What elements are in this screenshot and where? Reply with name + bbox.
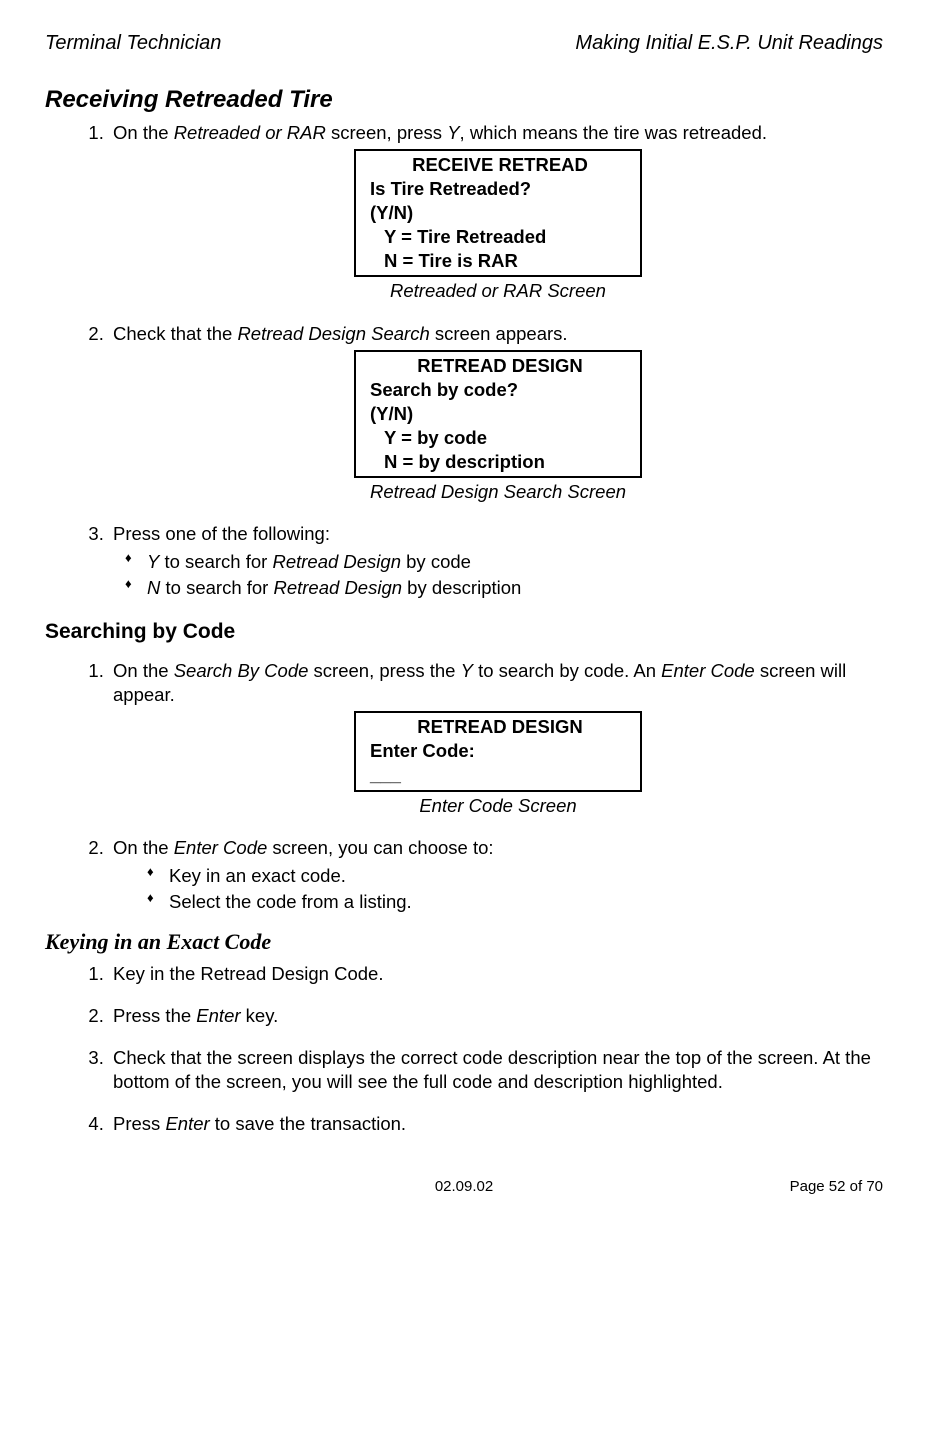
searching-list: On the Search By Code screen, press the … [45, 659, 883, 913]
section-title: Receiving Retreaded Tire [45, 84, 883, 115]
list-item: Y to search for Retread Design by code [147, 550, 883, 574]
searching-step-1: On the Search By Code screen, press the … [109, 659, 883, 817]
keying-step-4: Press Enter to save the transaction. [109, 1112, 883, 1136]
screen-title: RETREAD DESIGN [370, 354, 630, 378]
key-ref: N [147, 577, 160, 598]
screen-ref: Enter Code [661, 660, 755, 681]
text: Check that the [113, 323, 237, 344]
screen-line: Is Tire Retreaded? [370, 177, 630, 201]
key-ref: Y [461, 660, 473, 681]
text: Press the [113, 1005, 196, 1026]
text: screen, press [326, 122, 447, 143]
text: , which means the tire was retreaded. [460, 122, 767, 143]
searching-by-code-title: Searching by Code [45, 618, 883, 645]
text: by description [402, 577, 521, 598]
screen-title: RECEIVE RETREAD [370, 153, 630, 177]
key-ref: Y [447, 122, 459, 143]
header-right: Making Initial E.S.P. Unit Readings [575, 30, 883, 56]
text: screen, you can choose to: [267, 837, 493, 858]
screen-line: (Y/N) [370, 201, 630, 225]
text: On the [113, 122, 174, 143]
enter-code-screen: RETREAD DESIGN Enter Code: ___ [354, 711, 642, 791]
screen-caption: Enter Code Screen [113, 794, 883, 818]
text: On the [113, 660, 174, 681]
keying-step-3: Check that the screen displays the corre… [109, 1046, 883, 1094]
screen-ref: Enter Code [174, 837, 268, 858]
screen-caption: Retreaded or RAR Screen [113, 279, 883, 303]
text: to save the transaction. [210, 1113, 406, 1134]
screen-line: (Y/N) [370, 402, 630, 426]
key-ref: Enter [196, 1005, 240, 1026]
screen-caption: Retread Design Search Screen [113, 480, 883, 504]
text: screen, press the [308, 660, 460, 681]
footer-page: Page 52 of 70 [493, 1177, 883, 1197]
receiving-step-3: Press one of the following: Y to search … [109, 522, 883, 600]
list-item: N to search for Retread Design by descri… [147, 576, 883, 600]
text: to search by code. An [473, 660, 661, 681]
receive-retread-screen: RECEIVE RETREAD Is Tire Retreaded? (Y/N)… [354, 149, 642, 277]
header-left: Terminal Technician [45, 30, 221, 56]
screen-option: Y = Tire Retreaded [370, 225, 630, 249]
screen-ref: Retreaded or RAR [174, 122, 326, 143]
keying-step-1: Key in the Retread Design Code. [109, 962, 883, 986]
receiving-step-2: Check that the Retread Design Search scr… [109, 322, 883, 504]
screen-option: N = Tire is RAR [370, 249, 630, 273]
text: to search for [159, 551, 272, 572]
text: Press [113, 1113, 165, 1134]
retread-design-screen: RETREAD DESIGN Search by code? (Y/N) Y =… [354, 350, 642, 478]
screen-line: Search by code? [370, 378, 630, 402]
key-ref: Enter [165, 1113, 209, 1134]
list-item: Select the code from a listing. [169, 890, 883, 914]
screen-option: Y = by code [370, 426, 630, 450]
screen-line: Enter Code: [370, 739, 630, 763]
screen-ref: Retread Design [272, 551, 401, 572]
screen-ref: Retread Design [273, 577, 402, 598]
text: to search for [160, 577, 273, 598]
receiving-step-1: On the Retreaded or RAR screen, press Y,… [109, 121, 883, 303]
text: On the [113, 837, 174, 858]
page-footer: 02.09.02 Page 52 of 70 [45, 1177, 883, 1197]
screen-ref: Retread Design Search [237, 323, 429, 344]
key-ref: Y [147, 551, 159, 572]
keying-step-2: Press the Enter key. [109, 1004, 883, 1028]
list-item: Key in an exact code. [169, 864, 883, 888]
screen-blank: ___ [370, 763, 630, 787]
screen-ref: Search By Code [174, 660, 309, 681]
screen-title: RETREAD DESIGN [370, 715, 630, 739]
footer-spacer [45, 1177, 435, 1197]
searching-step-2: On the Enter Code screen, you can choose… [109, 836, 883, 914]
text: key. [241, 1005, 279, 1026]
screen-option: N = by description [370, 450, 630, 474]
keying-list: Key in the Retread Design Code. Press th… [45, 962, 883, 1136]
bullet-list: Key in an exact code. Select the code fr… [113, 864, 883, 914]
bullet-list: Y to search for Retread Design by code N… [113, 550, 883, 600]
text: by code [401, 551, 471, 572]
text: screen appears. [430, 323, 568, 344]
page-header: Terminal Technician Making Initial E.S.P… [45, 30, 883, 56]
footer-date: 02.09.02 [435, 1177, 493, 1197]
keying-exact-code-title: Keying in an Exact Code [45, 928, 883, 957]
text: Press one of the following: [113, 523, 330, 544]
receiving-list: On the Retreaded or RAR screen, press Y,… [45, 121, 883, 600]
